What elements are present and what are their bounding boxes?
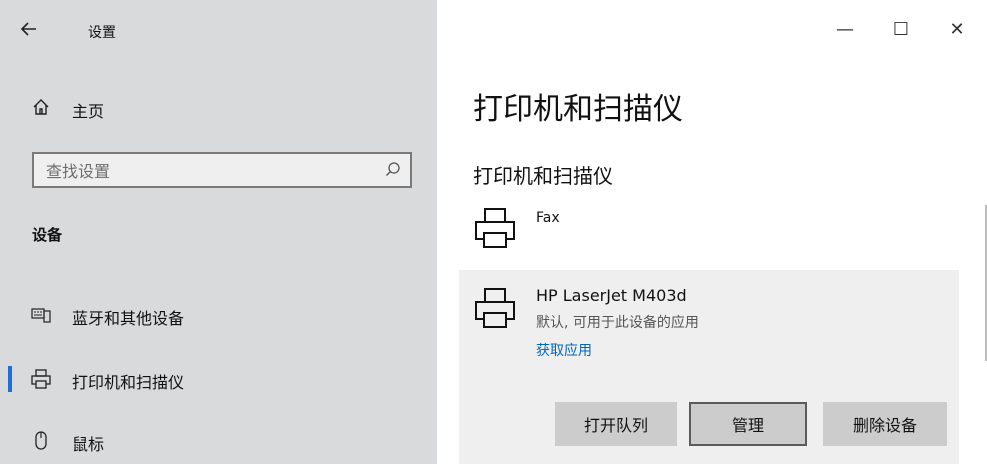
search-box[interactable] bbox=[32, 152, 412, 188]
back-arrow-icon[interactable] bbox=[18, 18, 46, 46]
search-input[interactable] bbox=[44, 158, 378, 184]
sidebar-item-label: 鼠标 bbox=[72, 435, 105, 454]
home-icon bbox=[30, 96, 52, 118]
sidebar-item-home[interactable]: 主页 bbox=[0, 86, 437, 132]
manage-button[interactable]: 管理 bbox=[689, 402, 807, 446]
page-title: 打印机和扫描仪 bbox=[473, 92, 683, 127]
sidebar-item-label: 蓝牙和其他设备 bbox=[72, 309, 185, 328]
device-item-hp-laserjet[interactable]: HP LaserJet M403d 默认, 可用于此设备的应用 获取应用 打开队… bbox=[459, 270, 959, 464]
get-app-link[interactable]: 获取应用 bbox=[536, 340, 592, 360]
active-indicator bbox=[8, 366, 12, 392]
app-title: 设置 bbox=[88, 25, 116, 41]
printer-icon bbox=[473, 286, 517, 330]
minimize-icon[interactable]: — bbox=[817, 12, 873, 48]
open-queue-button[interactable]: 打开队列 bbox=[555, 402, 677, 446]
maximize-icon[interactable]: ☐ bbox=[873, 12, 929, 48]
printer-icon bbox=[30, 368, 52, 390]
sidebar-item-label: 打印机和扫描仪 bbox=[72, 373, 185, 392]
sidebar-item-label: 主页 bbox=[72, 102, 105, 121]
mouse-icon bbox=[30, 430, 52, 452]
remove-device-button[interactable]: 删除设备 bbox=[823, 402, 947, 446]
device-status: 默认, 可用于此设备的应用 bbox=[536, 315, 699, 331]
main-content: — ☐ ✕ 打印机和扫描仪 打印机和扫描仪 Fax HP LaserJet M4… bbox=[437, 0, 987, 464]
device-name: HP LaserJet M403d bbox=[536, 286, 687, 305]
search-icon[interactable] bbox=[384, 161, 402, 179]
keyboard-phone-icon bbox=[30, 304, 52, 326]
window-controls: — ☐ ✕ bbox=[817, 12, 985, 48]
section-title-devices: 设备 bbox=[32, 226, 63, 244]
sidebar: 设置 主页 设备 蓝牙和其他设备 打印机和扫描仪 鼠标 bbox=[0, 0, 437, 464]
close-icon[interactable]: ✕ bbox=[929, 12, 985, 48]
printer-icon bbox=[473, 206, 517, 250]
device-name: Fax bbox=[536, 210, 560, 226]
sidebar-item-bluetooth[interactable]: 蓝牙和其他设备 bbox=[0, 292, 437, 338]
sidebar-item-printers[interactable]: 打印机和扫描仪 bbox=[0, 356, 437, 402]
device-item-fax[interactable]: Fax bbox=[473, 206, 973, 256]
sidebar-item-mouse[interactable]: 鼠标 bbox=[0, 418, 437, 464]
section-heading: 打印机和扫描仪 bbox=[473, 164, 613, 188]
